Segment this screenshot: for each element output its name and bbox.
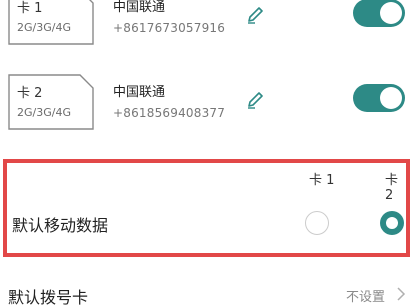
- default-dial-card-row[interactable]: 默认拨号卡 不设置: [0, 270, 417, 305]
- carrier-name: 中国联通: [113, 85, 166, 100]
- sim-name: 卡 2: [17, 86, 43, 101]
- sim-name: 卡 1: [17, 1, 43, 16]
- toggle-knob: [380, 87, 402, 109]
- phone-number: +8617673057916: [113, 21, 226, 35]
- sim-network-type: 2G/3G/4G: [17, 21, 71, 34]
- chevron-right-icon: [396, 286, 406, 301]
- sim-card-icon: 卡 2 2G/3G/4G: [8, 74, 94, 130]
- edit-pencil-icon[interactable]: [245, 5, 265, 25]
- sim-network-type: 2G/3G/4G: [17, 106, 71, 119]
- column-header-sim-1: 卡 1: [309, 173, 335, 188]
- edit-pencil-icon[interactable]: [245, 90, 265, 110]
- phone-number: +8618569408377: [113, 106, 226, 120]
- sim-2-toggle[interactable]: [353, 84, 405, 112]
- sim-card-row-1: 卡 1 2G/3G/4G 中国联通 +8617673057916: [0, 0, 417, 61]
- default-data-sim-2-radio[interactable]: [380, 211, 404, 235]
- toggle-knob: [380, 2, 402, 24]
- sim-1-toggle[interactable]: [353, 0, 405, 27]
- default-dial-value: 不设置: [346, 290, 386, 305]
- sim-card-icon: 卡 1 2G/3G/4G: [8, 0, 94, 45]
- column-header-sim-2: 卡 2: [385, 173, 399, 203]
- default-dial-label: 默认拨号卡: [8, 288, 89, 305]
- default-data-sim-1-radio[interactable]: [305, 211, 329, 235]
- sim-settings-screen: 卡 1 2G/3G/4G 中国联通 +8617673057916 卡 2 2G/…: [0, 0, 417, 305]
- carrier-name: 中国联通: [113, 0, 166, 15]
- default-data-label: 默认移动数据: [12, 216, 109, 235]
- sim-card-row-2: 卡 2 2G/3G/4G 中国联通 +8618569408377: [0, 68, 417, 146]
- default-data-panel: 卡 1 卡 2 默认移动数据: [3, 159, 410, 257]
